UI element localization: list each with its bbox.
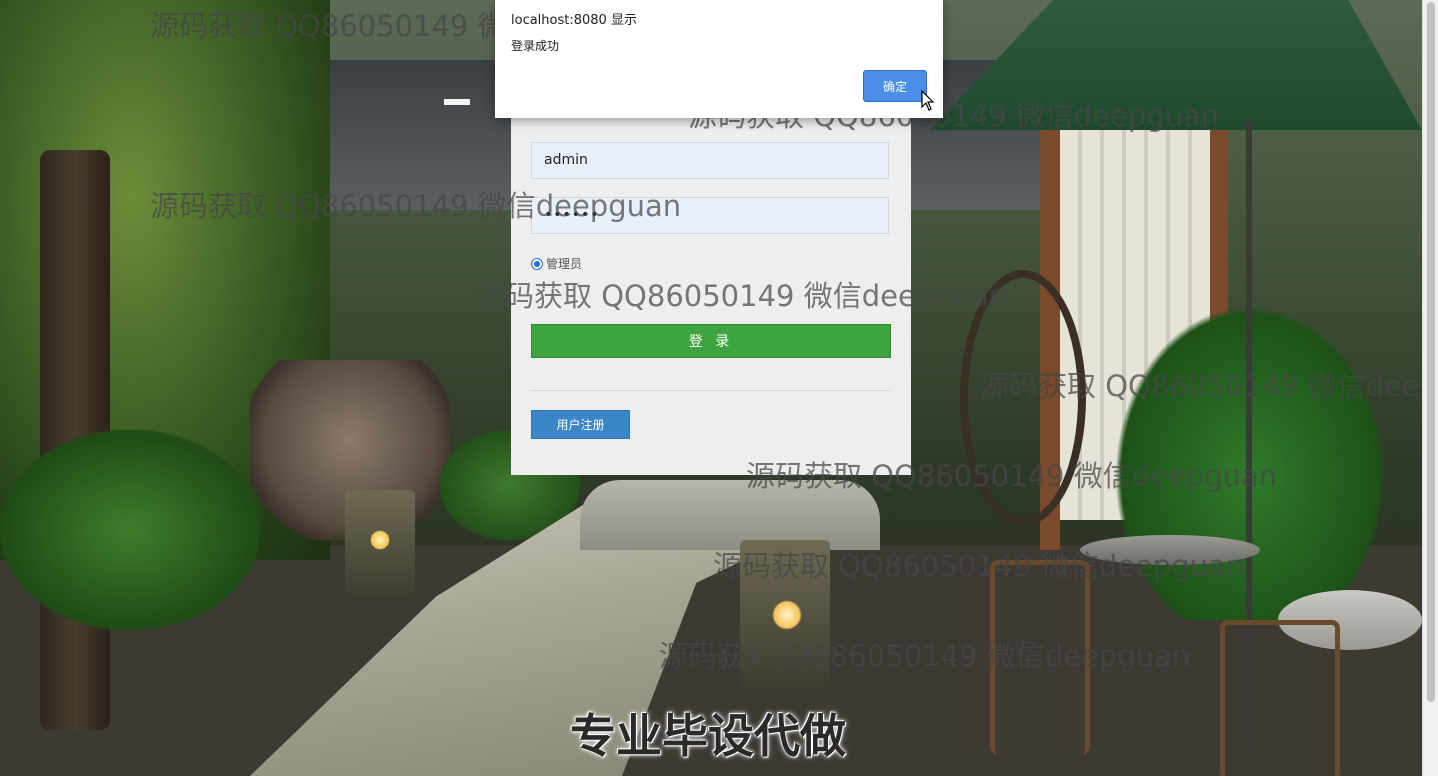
page-viewport: admin •••••• 管理员 登 录 用户注册 源码获取 QQ8605014… <box>0 0 1438 776</box>
alert-message: 登录成功 <box>511 39 560 53</box>
lantern-light <box>370 530 390 550</box>
background-table <box>1080 535 1260 565</box>
username-input[interactable]: admin <box>531 142 889 179</box>
background-foliage <box>0 430 260 630</box>
password-input[interactable]: •••••• <box>531 197 889 234</box>
background-waterwheel <box>960 270 1086 526</box>
login-panel: admin •••••• 管理员 登 录 用户注册 <box>511 118 911 475</box>
alert-origin: localhost:8080 显示 <box>511 13 637 28</box>
mouse-cursor-icon <box>921 90 935 111</box>
banner-caption: 专业毕设代做 <box>570 709 846 763</box>
role-label: 管理员 <box>546 257 583 271</box>
background-chair <box>1220 620 1340 776</box>
login-button[interactable]: 登 录 <box>531 324 891 358</box>
register-button[interactable]: 用户注册 <box>531 410 630 439</box>
alert-dialog: localhost:8080 显示 登录成功 确定 <box>495 0 943 118</box>
background-bridge <box>580 480 880 550</box>
lantern-light <box>772 600 802 630</box>
role-option[interactable]: 管理员 <box>531 255 582 272</box>
role-radio-icon[interactable] <box>531 257 543 270</box>
vertical-scrollbar[interactable] <box>1422 0 1438 776</box>
background-chair <box>990 560 1090 755</box>
alert-ok-button[interactable]: 确定 <box>863 70 927 102</box>
divider <box>531 390 891 391</box>
scrollbar-thumb[interactable] <box>1427 2 1435 702</box>
ceiling-light <box>444 99 470 105</box>
